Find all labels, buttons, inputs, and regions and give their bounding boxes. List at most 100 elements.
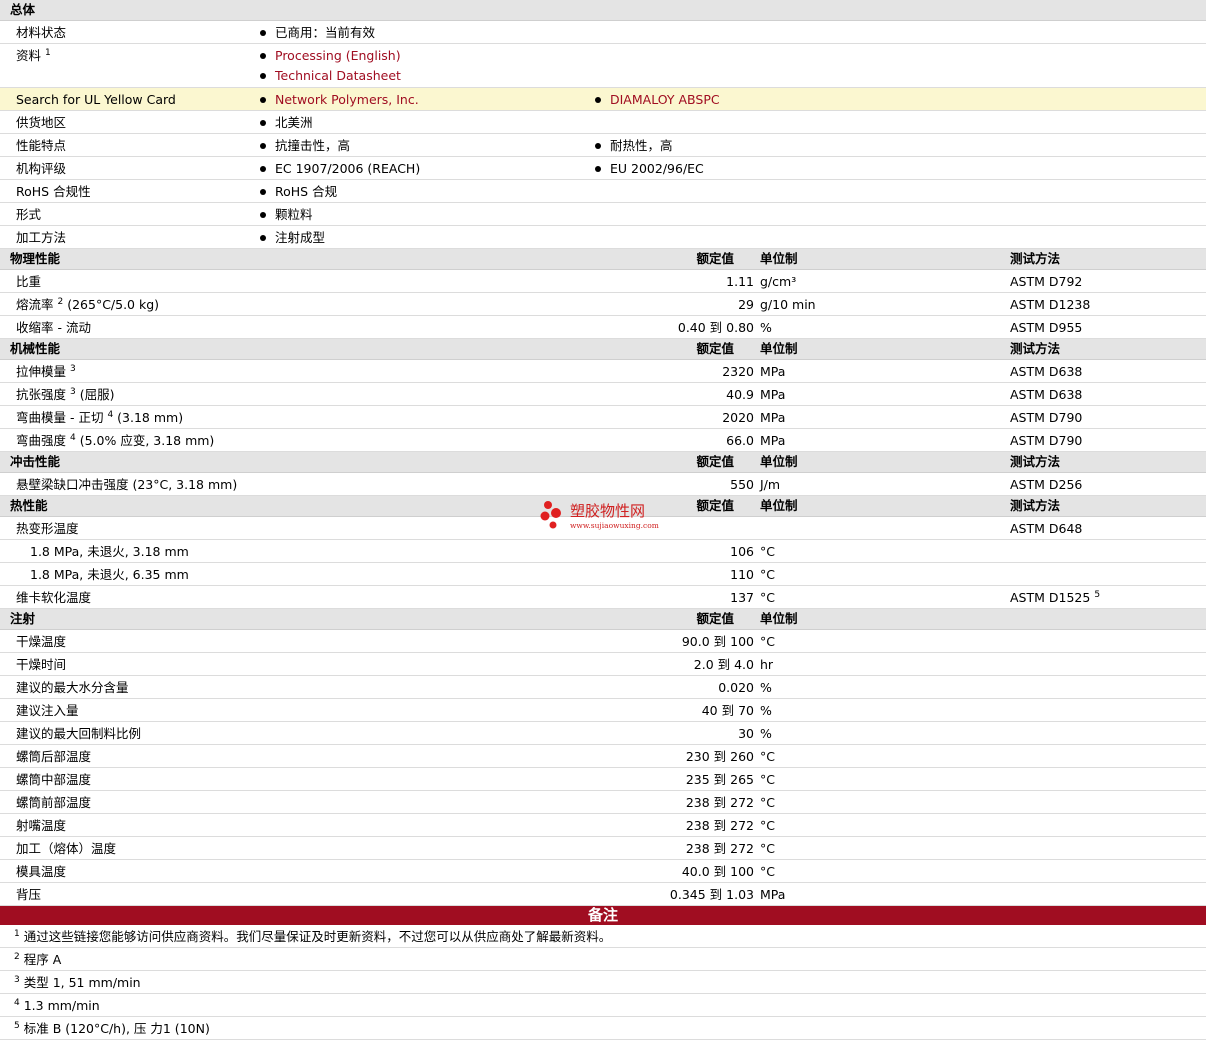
test-method: ASTM D792 xyxy=(1010,274,1082,290)
property-row: 1.8 MPa, 未退火, 6.35 mm 110 °C xyxy=(0,563,1206,586)
general-row: RoHS 合规性 RoHS 合规 xyxy=(0,180,1206,203)
row-value: 北美洲 xyxy=(275,115,313,130)
bullet-icon xyxy=(260,30,266,36)
bullet-icon xyxy=(260,166,266,172)
note-row: 4 1.3 mm/min xyxy=(0,994,1206,1017)
property-value: 66.0 xyxy=(726,433,754,448)
resource-link[interactable]: Network Polymers, Inc. xyxy=(275,92,419,108)
property-condition: (5.0% 应变, 3.18 mm) xyxy=(75,433,215,448)
property-value: 40 到 70 xyxy=(701,703,754,718)
footnote-ref: 3 xyxy=(70,387,76,397)
property-unit: % xyxy=(760,726,772,741)
property-value: 235 到 265 xyxy=(685,772,754,787)
property-row: 螺筒中部温度 235 到 265 °C xyxy=(0,768,1206,791)
property-label: 建议注入量 xyxy=(16,703,79,719)
footnote-number: 4 xyxy=(14,998,20,1008)
property-row: 维卡软化温度 137 °C ASTM D1525 5 xyxy=(0,586,1206,609)
resource-link[interactable]: DIAMALOY ABSPC xyxy=(610,92,720,108)
svg-text:www.sujiaowuxing.com: www.sujiaowuxing.com xyxy=(570,521,659,530)
footnote-ref: 4 xyxy=(70,433,76,443)
property-name: 弯曲强度 xyxy=(16,433,67,448)
section-title: 总体 xyxy=(10,2,36,17)
property-label: 螺筒前部温度 xyxy=(16,795,91,811)
column-header-value: 额定值 xyxy=(696,251,734,266)
test-method: ASTM D638 xyxy=(1010,364,1082,380)
column-header-value: 额定值 xyxy=(696,341,734,356)
test-method-text: ASTM D955 xyxy=(1010,320,1083,335)
footnote-number: 3 xyxy=(14,975,20,985)
property-unit: °C xyxy=(760,749,775,764)
property-row: 模具温度 40.0 到 100 °C xyxy=(0,860,1206,883)
note-text: 2 程序 A xyxy=(14,952,61,968)
property-name: 抗张强度 xyxy=(16,387,67,402)
test-method: ASTM D955 xyxy=(1010,320,1082,336)
column-header-value: 额定值 xyxy=(696,498,734,513)
test-method: ASTM D256 xyxy=(1010,477,1082,493)
section-header-physical: 物理性能 额定值 单位制 测试方法 xyxy=(0,249,1206,270)
column-header-unit: 单位制 xyxy=(760,498,798,513)
property-value: 0.345 到 1.03 xyxy=(669,887,754,902)
property-label: 维卡软化温度 xyxy=(16,590,91,606)
property-unit: °C xyxy=(760,567,775,582)
column-header-unit: 单位制 xyxy=(760,341,798,356)
property-row: 干燥温度 90.0 到 100 °C xyxy=(0,630,1206,653)
test-method-text: ASTM D1525 xyxy=(1010,590,1091,605)
property-row: 抗张强度 3 (屈服) 40.9 MPa ASTM D638 xyxy=(0,383,1206,406)
property-value: 0.40 到 0.80 xyxy=(677,320,754,335)
test-method-text: ASTM D790 xyxy=(1010,410,1083,425)
property-row: 建议的最大回制料比例 30% xyxy=(0,722,1206,745)
property-name: 干燥时间 xyxy=(16,657,67,672)
property-name: 1.8 MPa, 未退火, 3.18 mm xyxy=(30,544,189,559)
property-unit: MPa xyxy=(760,433,786,448)
row-label: Search for UL Yellow Card xyxy=(16,92,176,108)
section-header-impact: 冲击性能 额定值 单位制 测试方法 xyxy=(0,452,1206,473)
resource-link[interactable]: Technical Datasheet xyxy=(275,68,401,84)
section-title: 机械性能 xyxy=(10,341,61,356)
property-label: 建议的最大水分含量 xyxy=(16,680,129,696)
row-label: 加工方法 xyxy=(16,230,66,246)
property-label: 背压 xyxy=(16,887,41,903)
property-name: 螺筒中部温度 xyxy=(16,772,92,787)
column-header-method: 测试方法 xyxy=(1010,454,1061,469)
svg-text:塑胶物性网: 塑胶物性网 xyxy=(570,502,645,520)
property-row: 射嘴温度 238 到 272 °C xyxy=(0,814,1206,837)
note-text: 1 通过这些链接您能够访问供应商资料。我们尽量保证及时更新资料，不过您可以从供应… xyxy=(14,929,611,945)
column-header-method: 测试方法 xyxy=(1010,498,1061,513)
bullet-icon xyxy=(260,73,266,79)
footnote-ref: 3 xyxy=(70,364,76,374)
property-row: 背压 0.345 到 1.03 MPa xyxy=(0,883,1206,906)
property-value: 40.0 到 100 xyxy=(681,864,754,879)
property-row: 悬壁梁缺口冲击强度 (23°C, 3.18 mm) 550 J/m ASTM D256 xyxy=(0,473,1206,496)
property-condition: (265°C/5.0 kg) xyxy=(63,297,160,312)
property-label: 抗张强度 3 (屈服) xyxy=(16,387,114,403)
property-value: 90.0 到 100 xyxy=(681,634,754,649)
resource-link[interactable]: Processing (English) xyxy=(275,48,401,64)
property-name: 模具温度 xyxy=(16,864,67,879)
property-row: 干燥时间 2.0 到 4.0 hr xyxy=(0,653,1206,676)
column-header-value: 额定值 xyxy=(696,454,734,469)
row-label-text: 资料 xyxy=(16,48,42,63)
property-name: 弯曲模量 - 正切 xyxy=(16,410,104,425)
row-label: RoHS 合规性 xyxy=(16,184,91,200)
note-content: 类型 1, 51 mm/min xyxy=(23,975,141,990)
test-method-text: ASTM D638 xyxy=(1010,387,1083,402)
note-text: 5 标准 B (120°C/h), 压 力1 (10N) xyxy=(14,1021,210,1037)
row-label-text: 机构评级 xyxy=(16,161,67,176)
property-row: 建议的最大水分含量 0.020% xyxy=(0,676,1206,699)
property-unit: °C xyxy=(760,634,775,649)
general-row: Search for UL Yellow Card Network Polymer… xyxy=(0,88,1206,111)
property-name: 加工（熔体）温度 xyxy=(16,841,117,856)
property-unit: °C xyxy=(760,772,775,787)
property-label: 建议的最大回制料比例 xyxy=(16,726,141,742)
section-title: 物理性能 xyxy=(10,251,61,266)
property-row: 弯曲强度 4 (5.0% 应变, 3.18 mm) 66.0 MPa ASTM D79… xyxy=(0,429,1206,452)
bullet-icon xyxy=(260,120,266,126)
property-label: 弯曲强度 4 (5.0% 应变, 3.18 mm) xyxy=(16,433,214,449)
property-unit: °C xyxy=(760,841,775,856)
property-value: 2020 xyxy=(722,410,754,425)
property-row: 弯曲模量 - 正切 4 (3.18 mm) 2020 MPa ASTM D790 xyxy=(0,406,1206,429)
property-value: 238 到 272 xyxy=(685,841,754,856)
section-header-mechanical: 机械性能 额定值 单位制 测试方法 xyxy=(0,339,1206,360)
footnote-ref: 5 xyxy=(1094,590,1101,600)
property-row: 螺筒后部温度 230 到 260 °C xyxy=(0,745,1206,768)
